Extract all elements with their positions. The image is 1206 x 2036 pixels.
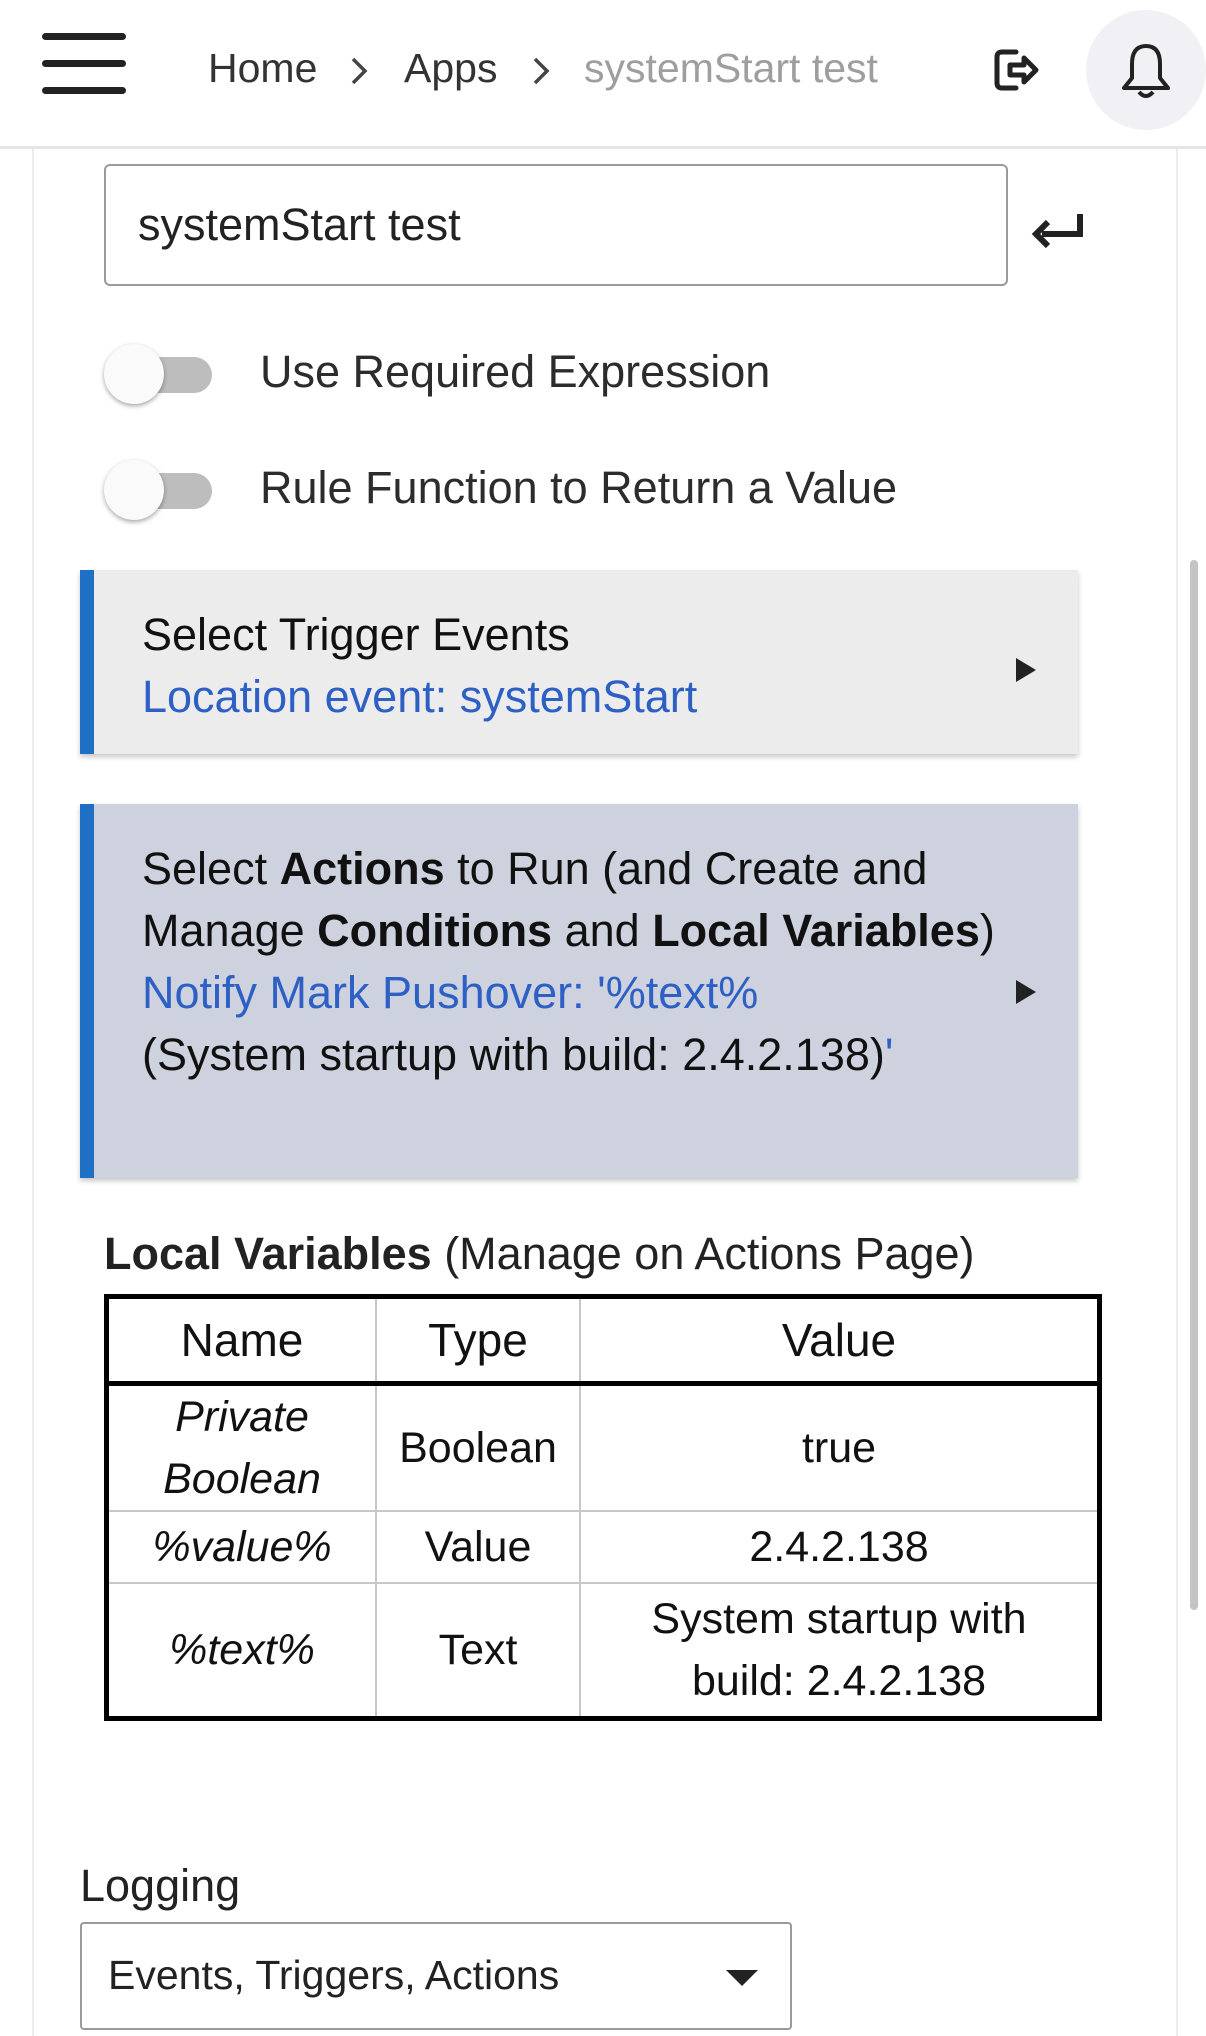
breadcrumb-apps[interactable]: Apps <box>404 44 497 92</box>
logout-icon[interactable] <box>990 40 1050 100</box>
rule-function-label: Rule Function to Return a Value <box>260 462 898 513</box>
use-required-expression-label: Use Required Expression <box>260 346 771 397</box>
actions-card-title: Select Actions to Run (and Create and Ma… <box>142 843 995 956</box>
local-variables-table: Name Type Value Private Boolean Boolean … <box>104 1294 1102 1721</box>
scrollbar[interactable] <box>1190 560 1198 1610</box>
trigger-card-title: Select Trigger Events <box>142 609 570 660</box>
hamburger-menu-icon[interactable] <box>42 33 126 95</box>
variable-name: %text% <box>105 1582 377 1720</box>
variable-type: Boolean <box>375 1382 581 1512</box>
use-required-expression-toggle[interactable] <box>104 344 212 406</box>
logging-selected-value: Events, Triggers, Actions <box>108 1952 560 1998</box>
bell-icon <box>1122 44 1170 98</box>
logging-label: Logging <box>80 1860 241 1911</box>
enter-icon[interactable] <box>1030 208 1090 252</box>
breadcrumb-home[interactable]: Home <box>208 44 317 92</box>
variable-type: Text <box>375 1582 581 1720</box>
variable-value: System startup with build: 2.4.2.138 <box>579 1582 1101 1720</box>
column-header-type: Type <box>375 1295 581 1386</box>
variable-name: Private Boolean <box>105 1382 377 1512</box>
select-trigger-events-button[interactable]: Select Trigger Events Location event: sy… <box>80 570 1078 754</box>
variable-value: true <box>579 1382 1101 1512</box>
app-name-input[interactable] <box>104 164 1008 286</box>
column-header-name: Name <box>105 1295 377 1386</box>
play-arrow-icon <box>1016 658 1036 682</box>
breadcrumb-current: systemStart test <box>584 45 878 91</box>
play-arrow-icon <box>1016 980 1036 1004</box>
variable-name: %value% <box>105 1510 377 1584</box>
variable-type: Value <box>375 1510 581 1584</box>
variable-value: 2.4.2.138 <box>579 1510 1101 1584</box>
logging-select[interactable]: Events, Triggers, Actions <box>80 1922 792 2030</box>
table-header-row: Name Type Value <box>105 1295 1101 1386</box>
chevron-right-icon <box>351 57 368 85</box>
dropdown-caret-icon <box>726 1970 758 1986</box>
rule-function-toggle[interactable] <box>104 460 212 522</box>
column-header-value: Value <box>579 1295 1101 1386</box>
chevron-right-icon <box>533 57 550 85</box>
top-app-bar: Home Apps systemStart test <box>0 0 1206 149</box>
table-row: %value% Value 2.4.2.138 <box>105 1510 1101 1584</box>
select-actions-button[interactable]: Select Actions to Run (and Create and Ma… <box>80 804 1078 1178</box>
local-variables-heading: Local Variables (Manage on Actions Page) <box>104 1228 975 1279</box>
table-row: %text% Text System startup with build: 2… <box>105 1582 1101 1720</box>
trigger-summary: Location event: systemStart <box>142 671 698 722</box>
actions-summary: Notify Mark Pushover: '%text% (System st… <box>142 967 894 1080</box>
table-row: Private Boolean Boolean true <box>105 1382 1101 1512</box>
notifications-button[interactable] <box>1086 10 1206 130</box>
